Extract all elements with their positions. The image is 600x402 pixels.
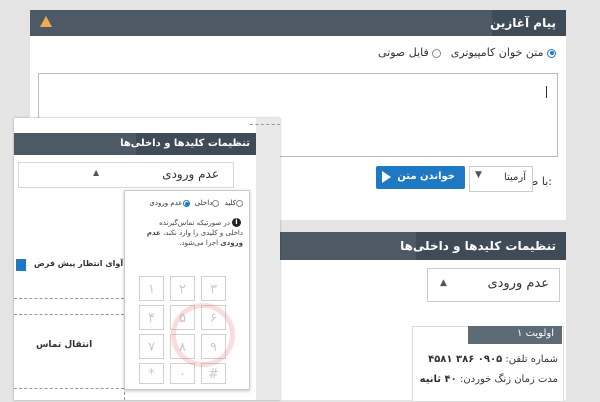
info-text: در صورتیکه تماس‌گیرنده داخلی و کلیدی را … [139, 218, 243, 248]
info-bold-word: عدم [146, 229, 161, 237]
chevron-up-icon: ▲ [93, 168, 100, 177]
option-internal[interactable]: داخلی [195, 199, 220, 207]
key-settings-title: تنظیمات کلیدها و داخلی‌ها [400, 239, 556, 253]
overlay-title: تنظیمات کلیدها و داخلی‌ها [120, 138, 250, 149]
radio-key-icon[interactable] [236, 199, 243, 207]
key-2[interactable]: ۲ [170, 276, 195, 301]
read-text-button[interactable]: خواندن متن [376, 166, 465, 189]
priority-header: اولویت ۱ [468, 326, 562, 344]
warning-icon [40, 16, 52, 27]
radio-audio-file-icon[interactable] [432, 48, 442, 58]
key-settings-select-value: عدم ورودی [487, 276, 549, 291]
option-tts[interactable]: متن خوان کامپیوتری [447, 46, 556, 59]
option-audio-file-label: فایل صوتی [377, 46, 429, 59]
overlay-side-strip [256, 118, 280, 400]
info-bold-word-2: ورودی [220, 239, 243, 247]
default-wait-label: آوای انتظار پیش فرض [34, 259, 124, 268]
key-7[interactable]: ۷ [139, 334, 164, 359]
start-message-header: پیام آغازین [30, 10, 566, 36]
key-settings-select[interactable]: عدم ورودی ▲ [427, 268, 560, 302]
option-tts-label: متن خوان کامپیوتری [450, 46, 544, 59]
ring-label: مدت زمان زنگ خوردن: [459, 374, 558, 385]
info-line-3: ورودی اجرا می‌شود. [179, 239, 243, 247]
play-small-icon[interactable] [16, 259, 26, 271]
radio-internal-icon[interactable] [212, 199, 220, 207]
play-icon [382, 171, 391, 183]
option-audio-file[interactable]: فایل صوتی [377, 46, 442, 59]
ring-row: مدت زمان زنگ خوردن: ۴۰ ثانیه [420, 374, 558, 385]
overlay-select[interactable]: عدم ورودی ▲ [18, 162, 234, 188]
ring-value: ۴۰ ثانیه [419, 374, 457, 385]
radio-no-input-icon[interactable] [182, 199, 190, 207]
default-wait-row: آوای انتظار پیش فرض [14, 256, 126, 274]
overlay-header: تنظیمات کلیدها و داخلی‌ها [14, 133, 256, 155]
key-3[interactable]: ۳ [201, 276, 226, 301]
start-message-title: پیام آغازین [490, 16, 556, 30]
phone-row: شماره تلفن: ۰۹۰۵ ۳۸۶ ۴۵۸۱ [428, 354, 558, 365]
start-message-type-options: متن خوان کامپیوتری فایل صوتی [378, 46, 556, 59]
phone-value: ۰۹۰۵ ۳۸۶ ۴۵۸۱ [428, 354, 503, 365]
chevron-down-icon: ▼ [475, 170, 482, 180]
highlight-circle-icon [171, 303, 235, 367]
phone-label: شماره تلفن: [505, 354, 558, 365]
option-key[interactable]: کلید [225, 199, 243, 207]
key-star[interactable]: * [139, 363, 164, 384]
key-settings-header: تنظیمات کلیدها و داخلی‌ها [280, 232, 566, 260]
key-1[interactable]: ۱ [139, 276, 164, 301]
overlay-select-value: عدم ورودی [162, 167, 219, 181]
transfer-label: انتقال تماس [36, 340, 93, 350]
priority-title: اولویت ۱ [517, 328, 554, 339]
voice-select-value: آرمیتا [503, 172, 526, 183]
voice-select[interactable]: آرمیتا ▼ [469, 166, 533, 192]
key-type-options: کلید داخلی عدم ورودی [149, 199, 243, 207]
option-internal-label: داخلی [194, 199, 213, 207]
chevron-up-icon: ▲ [440, 278, 447, 288]
key-4[interactable]: ۴ [139, 305, 164, 330]
key-0[interactable]: ۰ [170, 363, 195, 384]
radio-tts-icon[interactable] [547, 48, 556, 58]
info-line-2: داخلی و کلیدی را وارد نکند، عدم [146, 229, 243, 237]
option-no-input-label: عدم ورودی [149, 199, 183, 207]
overlay-panel: تنظیمات کلیدها و داخلی‌ها عدم ورودی ▲ آو… [14, 118, 280, 400]
read-text-button-label: خواندن متن [397, 171, 455, 182]
text-cursor [546, 86, 547, 98]
option-no-input[interactable]: عدم ورودی [149, 199, 190, 207]
option-key-label: کلید [224, 199, 236, 207]
info-line-1: در صورتیکه تماس‌گیرنده [159, 219, 230, 227]
key-popup: کلید داخلی عدم ورودی i در صورتیکه تماس‌گ… [124, 190, 250, 390]
